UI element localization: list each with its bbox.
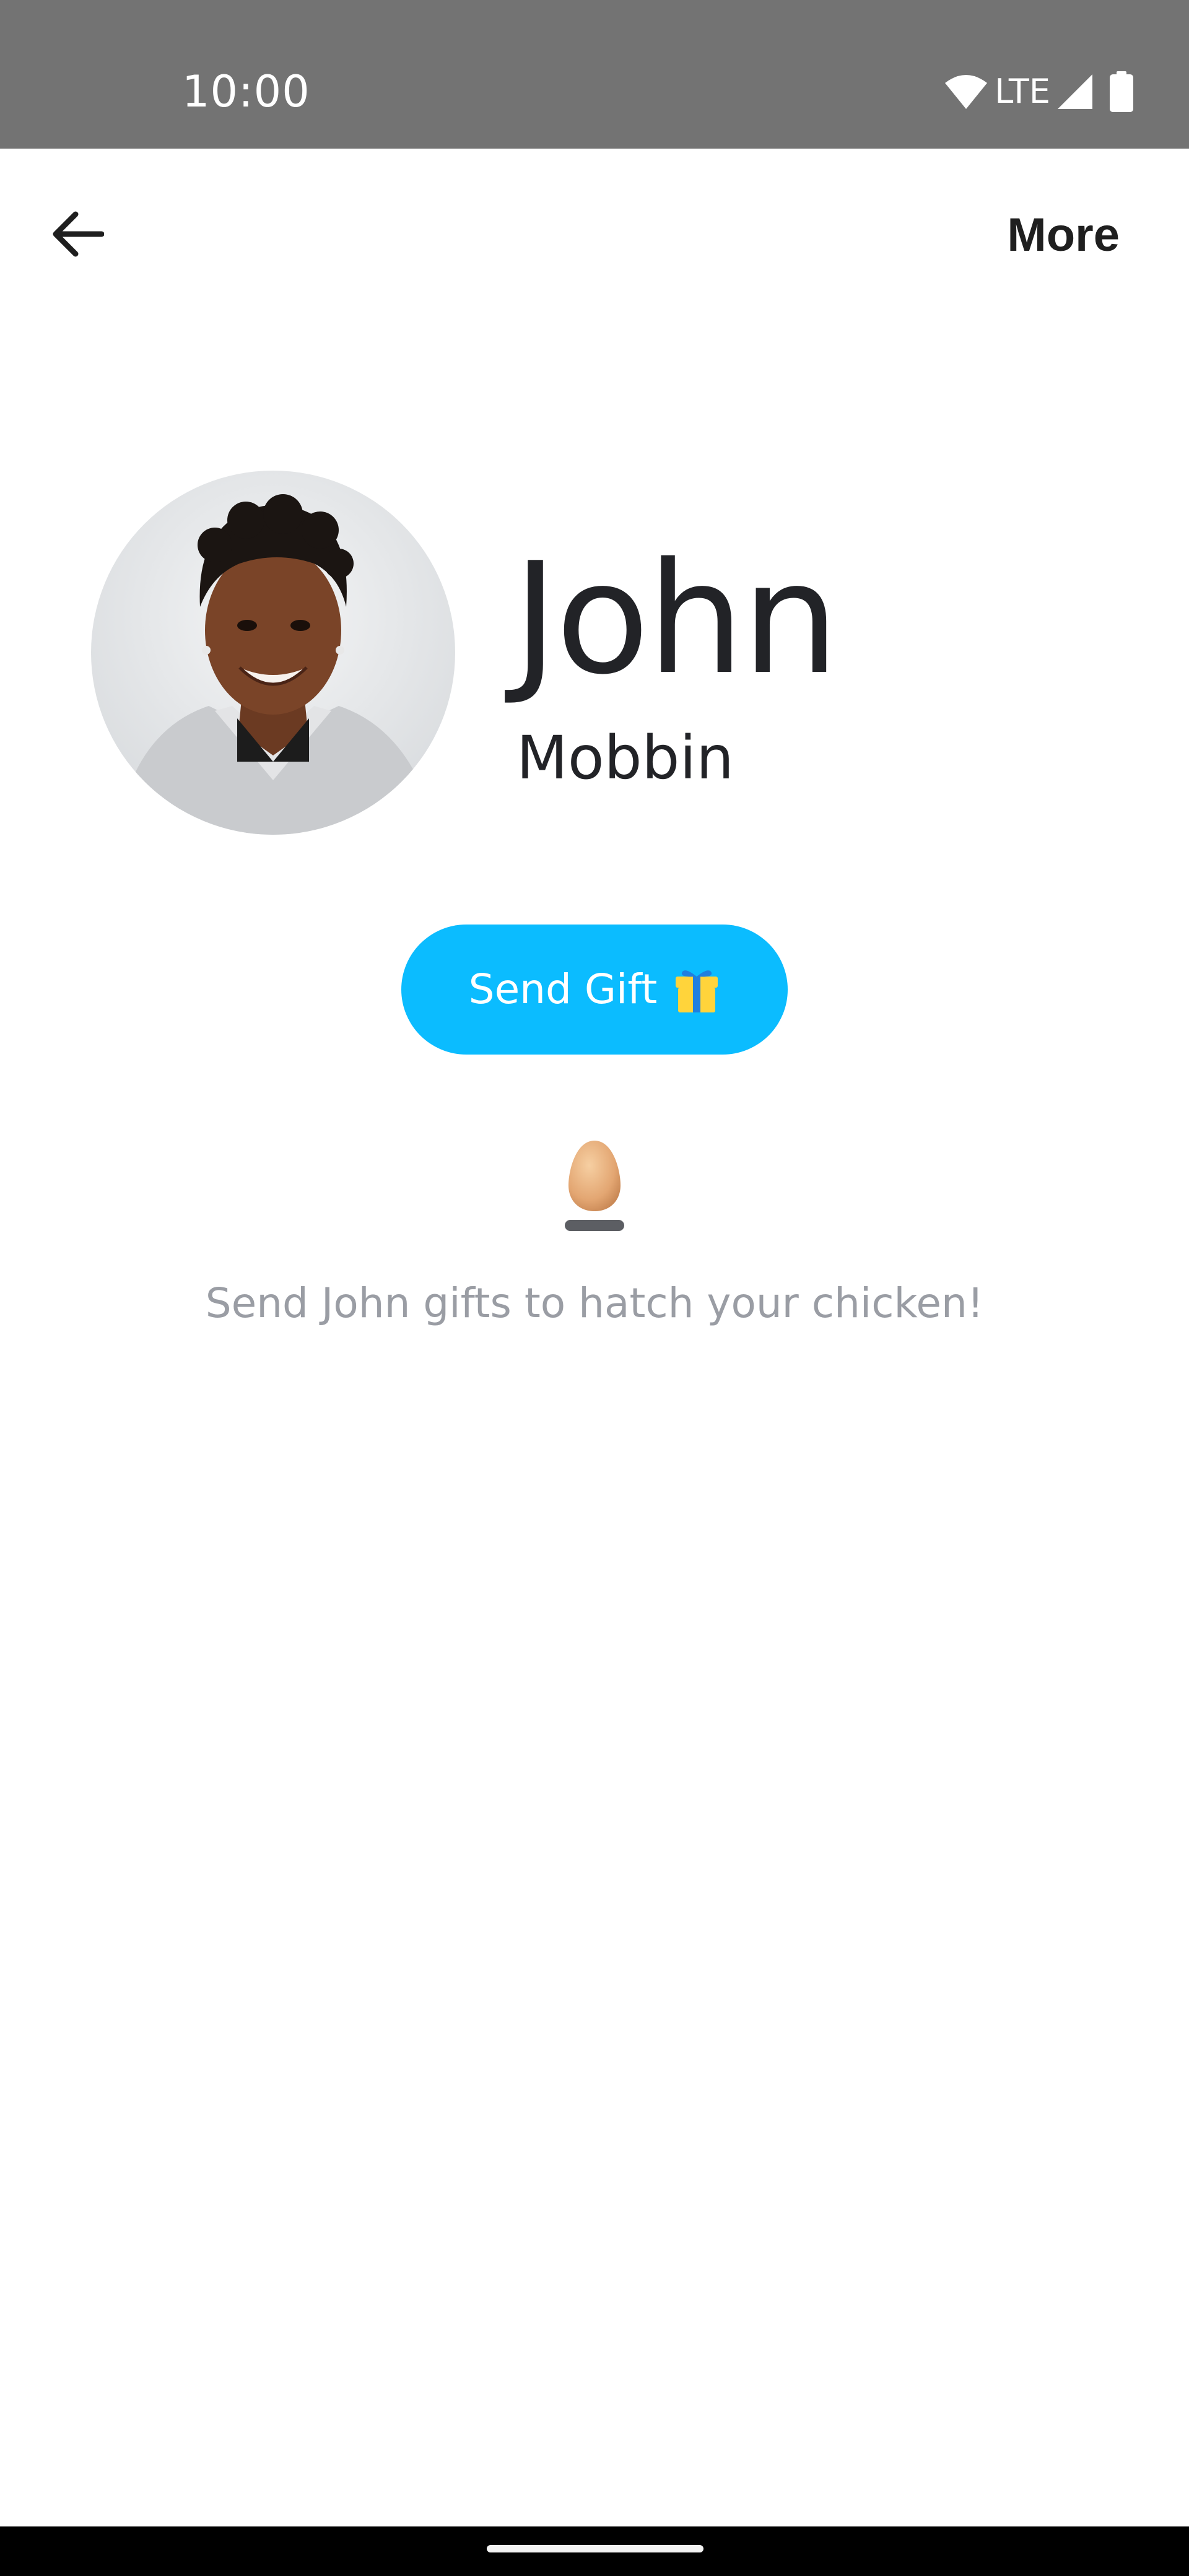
profile-screen: 10:00 LTE More John Mobbin Send Gift Sen… bbox=[0, 0, 1189, 2576]
cellular-signal-icon bbox=[1056, 73, 1094, 110]
arrow-left-icon bbox=[51, 209, 105, 262]
profile-name: John bbox=[513, 530, 839, 708]
profile-surname: Mobbin bbox=[516, 723, 734, 793]
back-button[interactable] bbox=[43, 198, 111, 272]
status-icons: LTE bbox=[944, 69, 1133, 114]
status-bar: 10:00 LTE bbox=[0, 0, 1189, 149]
send-gift-button[interactable]: Send Gift bbox=[401, 925, 788, 1055]
egg-icon bbox=[565, 1137, 624, 1236]
home-indicator[interactable] bbox=[487, 2545, 703, 2552]
status-time: 10:00 bbox=[182, 66, 310, 117]
send-gift-label: Send Gift bbox=[468, 965, 658, 1013]
gift-icon bbox=[673, 965, 720, 1014]
network-type-label: LTE bbox=[995, 72, 1050, 111]
hatch-message: Send John gifts to hatch your chicken! bbox=[205, 1279, 984, 1327]
wifi-icon bbox=[944, 73, 988, 110]
avatar bbox=[91, 471, 455, 835]
battery-icon bbox=[1110, 71, 1133, 112]
more-button[interactable]: More bbox=[1007, 204, 1120, 266]
system-nav-bar bbox=[0, 2526, 1189, 2576]
